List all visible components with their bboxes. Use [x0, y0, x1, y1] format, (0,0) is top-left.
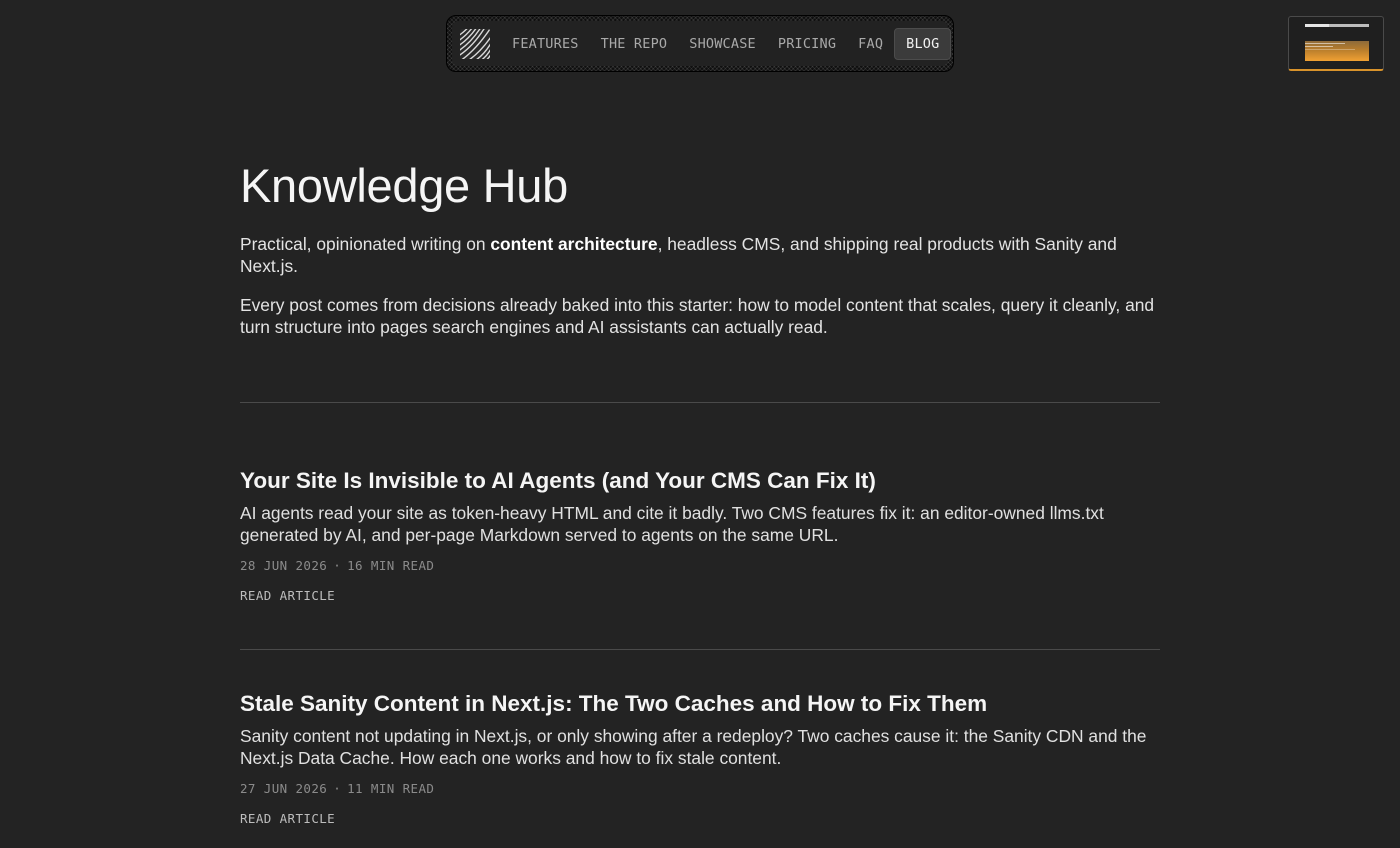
nav-item-the-repo[interactable]: THE REPO	[590, 28, 679, 60]
blog-post-card: Stale Sanity Content in Next.js: The Two…	[240, 690, 1160, 827]
intro-text-bold: content architecture	[490, 234, 658, 254]
nav-item-showcase[interactable]: SHOWCASE	[678, 28, 767, 60]
post-excerpt: AI agents read your site as token-heavy …	[240, 503, 1104, 545]
post-read-time: 11 MIN READ	[347, 781, 435, 796]
nav-bar: FEATURES THE REPO SHOWCASE PRICING FAQ B…	[452, 21, 952, 66]
nav-item-faq[interactable]: FAQ	[847, 28, 894, 60]
meta-separator: ·	[333, 781, 342, 796]
post-meta: 28 JUN 2026 · 16 MIN READ	[240, 558, 1160, 573]
intro-paragraph-1: Practical, opinionated writing on conten…	[240, 234, 1160, 277]
post-meta: 27 JUN 2026 · 11 MIN READ	[240, 781, 1160, 796]
read-article-link[interactable]: READ ARTICLE	[240, 811, 335, 826]
page-preview-thumbnail[interactable]	[1288, 16, 1384, 71]
post-read-time: 16 MIN READ	[347, 558, 435, 573]
post-excerpt: Sanity content not updating in Next.js, …	[240, 726, 1147, 768]
nav-item-blog[interactable]: BLOG	[894, 27, 952, 60]
meta-separator: ·	[333, 558, 342, 573]
top-navigation: FEATURES THE REPO SHOWCASE PRICING FAQ B…	[446, 15, 954, 72]
post-date: 28 JUN 2026	[240, 558, 328, 573]
post-date: 27 JUN 2026	[240, 781, 328, 796]
blog-post-card: Your Site Is Invisible to AI Agents (and…	[240, 467, 1160, 604]
nav-item-pricing[interactable]: PRICING	[767, 28, 847, 60]
post-divider	[240, 649, 1160, 650]
nav-item-features[interactable]: FEATURES	[501, 28, 590, 60]
page-title: Knowledge Hub	[240, 159, 568, 212]
read-article-link[interactable]: READ ARTICLE	[240, 588, 335, 603]
hatched-logo-icon[interactable]	[459, 28, 491, 60]
thumbnail-bar-highlight	[1305, 24, 1329, 27]
thumbnail-image	[1305, 41, 1369, 61]
section-divider	[240, 402, 1160, 403]
post-title[interactable]: Stale Sanity Content in Next.js: The Two…	[240, 690, 1160, 718]
intro-paragraph-2: Every post comes from decisions already …	[240, 295, 1155, 337]
post-title[interactable]: Your Site Is Invisible to AI Agents (and…	[240, 467, 1160, 495]
intro-text-start: Practical, opinionated writing on	[240, 234, 491, 254]
